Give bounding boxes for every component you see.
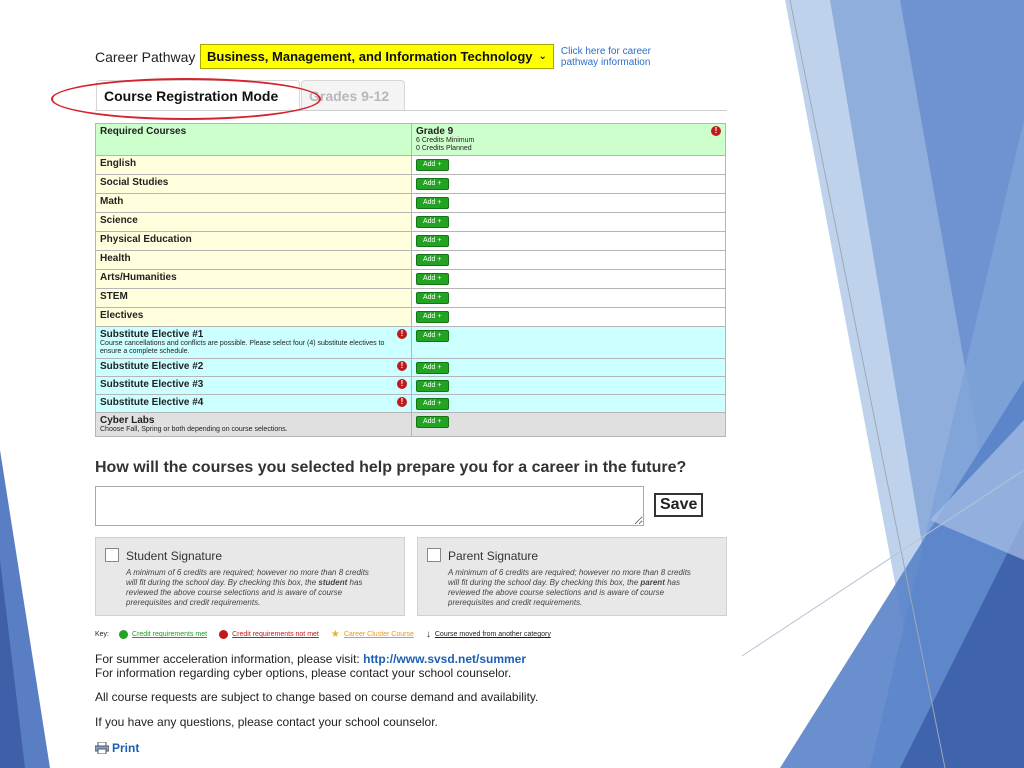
- course-name: Physical Education: [95, 231, 412, 251]
- table-row: Arts/Humanities Add +: [95, 269, 726, 289]
- course-name: Arts/Humanities: [95, 269, 412, 289]
- error-icon: !: [397, 329, 407, 339]
- key-career-cluster: Career Cluster Course: [343, 631, 414, 638]
- print-label: Print: [112, 741, 140, 755]
- course-name: Science: [95, 212, 412, 232]
- table-row: Math Add +: [95, 193, 726, 213]
- table-row: ! Substitute Elective #3 Add +: [95, 376, 726, 395]
- table-row: Cyber Labs Choose Fall, Spring or both d…: [95, 412, 726, 437]
- error-icon: !: [397, 397, 407, 407]
- career-pathway-info-link[interactable]: Click here for career pathway informatio…: [561, 46, 661, 68]
- error-icon: !: [397, 361, 407, 371]
- course-name: Cyber Labs: [100, 415, 155, 426]
- add-course-button[interactable]: Add +: [416, 178, 449, 190]
- add-course-button[interactable]: Add +: [416, 197, 449, 209]
- highlight-oval: [51, 78, 321, 120]
- course-name: Electives: [95, 307, 412, 327]
- legend-key: Key: Credit requirements met Credit requ…: [95, 629, 551, 640]
- key-credits-not-met: Credit requirements not met: [232, 631, 319, 638]
- star-icon: ★: [330, 629, 340, 640]
- error-icon: !: [397, 379, 407, 389]
- add-course-button[interactable]: Add +: [416, 330, 449, 342]
- arrow-down-icon: ↓: [425, 629, 431, 640]
- add-course-button[interactable]: Add +: [416, 235, 449, 247]
- questions-notice: If you have any questions, please contac…: [95, 715, 438, 729]
- table-row: ! Substitute Elective #2 Add +: [95, 358, 726, 377]
- grade-header: Grade 9: [416, 126, 454, 137]
- save-button[interactable]: Save: [654, 493, 704, 517]
- summer-link[interactable]: http://www.svsd.net/summer: [363, 652, 526, 666]
- course-description: Choose Fall, Spring or both depending on…: [100, 426, 288, 433]
- table-row: Health Add +: [95, 250, 726, 270]
- key-credits-met: Credit requirements met: [132, 631, 208, 638]
- course-name: English: [95, 155, 412, 175]
- add-course-button[interactable]: Add +: [416, 254, 449, 266]
- course-name: Social Studies: [95, 174, 412, 194]
- add-course-button[interactable]: Add +: [416, 159, 449, 171]
- key-course-moved: Course moved from another category: [434, 631, 551, 638]
- print-link[interactable]: Print: [95, 741, 139, 755]
- check-circle-icon: [119, 630, 129, 639]
- career-pathway-select[interactable]: Business, Management, and Information Te…: [200, 44, 554, 69]
- course-name: STEM: [95, 288, 412, 308]
- course-name: Substitute Elective #3: [100, 379, 204, 390]
- career-question: How will the courses you selected help p…: [95, 459, 687, 476]
- add-course-button[interactable]: Add +: [416, 273, 449, 285]
- key-label: Key:: [95, 631, 110, 638]
- table-row: Social Studies Add +: [95, 174, 726, 194]
- credits-planned: 0 Credits Planned: [416, 145, 472, 152]
- table-row: ! Substitute Elective #4 Add +: [95, 394, 726, 413]
- add-course-button[interactable]: Add +: [416, 416, 449, 428]
- student-signature-checkbox[interactable]: [105, 548, 119, 562]
- chevron-down-icon: ⌄: [538, 51, 547, 62]
- table-row: ! Substitute Elective #1 Course cancella…: [95, 326, 726, 359]
- table-row: Physical Education Add +: [95, 231, 726, 251]
- student-signature-title: Student Signature: [126, 549, 223, 563]
- required-courses-header: Required Courses: [100, 126, 187, 137]
- table-row: Electives Add +: [95, 307, 726, 327]
- add-course-button[interactable]: Add +: [416, 311, 449, 323]
- parent-signature-checkbox[interactable]: [427, 548, 441, 562]
- change-notice: All course requests are subject to chang…: [95, 690, 539, 704]
- add-course-button[interactable]: Add +: [416, 216, 449, 228]
- add-course-button[interactable]: Add +: [416, 380, 449, 392]
- printer-icon: [95, 742, 109, 754]
- parent-signature-box: Parent Signature A minimum of 6 credits …: [417, 537, 727, 616]
- career-pathway-row: Career Pathway Business, Management, and…: [95, 44, 661, 69]
- add-course-button[interactable]: Add +: [416, 398, 449, 410]
- course-name: Math: [95, 193, 412, 213]
- table-row: English Add +: [95, 155, 726, 175]
- summer-info: For summer acceleration information, ple…: [95, 652, 526, 680]
- error-icon: !: [711, 126, 721, 136]
- parent-signature-title: Parent Signature: [448, 549, 539, 563]
- table-row: STEM Add +: [95, 288, 726, 308]
- student-signature-box: Student Signature A minimum of 6 credits…: [95, 537, 405, 616]
- credits-minimum: 6 Credits Minimum: [416, 137, 475, 144]
- course-name: Substitute Elective #1: [100, 329, 204, 340]
- table-row: Science Add +: [95, 212, 726, 232]
- course-name: Substitute Elective #4: [100, 397, 204, 408]
- course-name: Substitute Elective #2: [100, 361, 204, 372]
- course-description: Course cancellations and conflicts are p…: [100, 340, 385, 355]
- course-name: Health: [95, 250, 412, 270]
- career-pathway-label: Career Pathway: [95, 48, 196, 65]
- career-answer-textarea[interactable]: [95, 486, 644, 526]
- parent-signature-text: A minimum of 6 credits are required; how…: [448, 568, 691, 607]
- student-signature-text: A minimum of 6 credits are required; how…: [126, 568, 369, 607]
- table-header-row: Required Courses ! Grade 9 6 Credits Min…: [95, 123, 726, 156]
- error-icon: [219, 630, 229, 639]
- career-pathway-selected: Business, Management, and Information Te…: [207, 49, 533, 64]
- add-course-button[interactable]: Add +: [416, 292, 449, 304]
- course-table: Required Courses ! Grade 9 6 Credits Min…: [95, 123, 726, 437]
- cyber-info-text: For information regarding cyber options,…: [95, 666, 512, 680]
- add-course-button[interactable]: Add +: [416, 362, 449, 374]
- summer-text: For summer acceleration information, ple…: [95, 652, 364, 666]
